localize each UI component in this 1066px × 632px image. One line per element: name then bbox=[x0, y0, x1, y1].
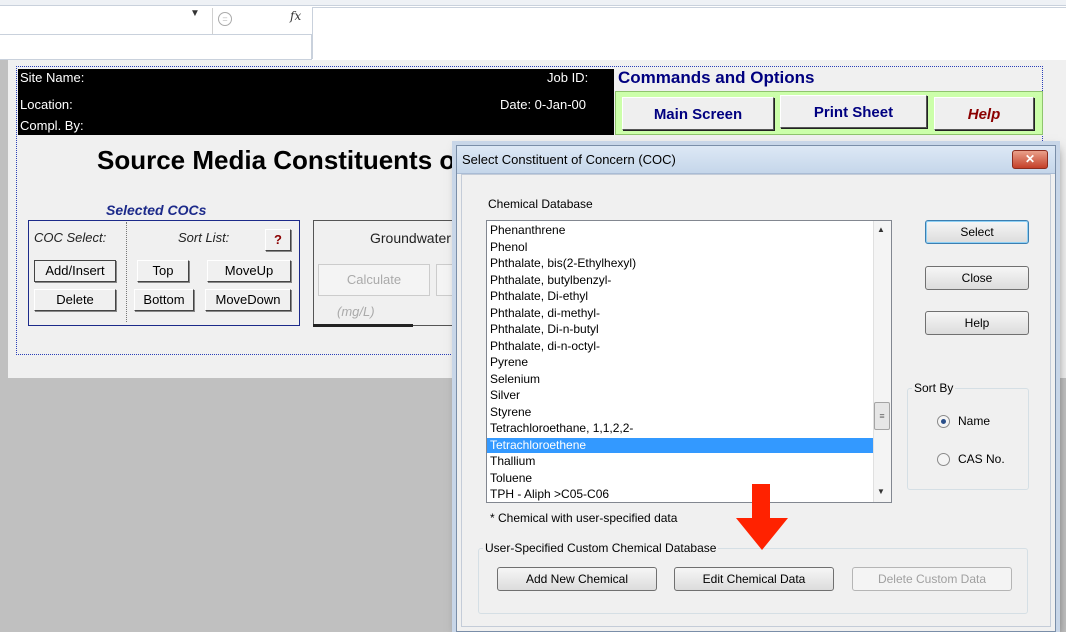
scroll-thumb[interactable]: ≡ bbox=[874, 402, 890, 430]
name-box-dropdown-icon[interactable]: ▼ bbox=[190, 8, 200, 19]
chemical-database-label: Chemical Database bbox=[488, 197, 593, 211]
dialog-help-button[interactable]: Help bbox=[925, 311, 1029, 335]
chemical-list-item[interactable]: Toluene bbox=[487, 471, 875, 486]
user-specified-note: * Chemical with user-specified data bbox=[490, 511, 678, 525]
insert-function-icon[interactable]: fx bbox=[290, 9, 301, 23]
delete-custom-data-button: Delete Custom Data bbox=[852, 567, 1012, 591]
compl-by-row[interactable] bbox=[18, 117, 614, 135]
job-id-label: Job ID: bbox=[547, 70, 589, 85]
add-new-chemical-button[interactable]: Add New Chemical bbox=[497, 567, 657, 591]
cancel-entry-icon[interactable]: = bbox=[218, 12, 232, 26]
sort-by-label: Sort By bbox=[912, 381, 956, 395]
move-down-button[interactable]: MoveDown bbox=[205, 289, 291, 311]
chemical-list-item[interactable]: Selenium bbox=[487, 372, 875, 387]
dialog-close-icon[interactable]: ✕ bbox=[1012, 150, 1048, 169]
selected-cocs-heading: Selected COCs bbox=[106, 202, 207, 218]
custom-database-label: User-Specified Custom Chemical Database bbox=[483, 541, 719, 555]
units-label: (mg/L) bbox=[337, 304, 375, 319]
chemical-list-item[interactable]: Phthalate, di-n-octyl- bbox=[487, 339, 875, 354]
sort-by-group bbox=[907, 388, 1029, 490]
groundwater-label: Groundwater bbox=[370, 230, 451, 246]
chemical-list-item[interactable]: Phthalate, bis(2-Ethylhexyl) bbox=[487, 256, 875, 271]
edit-chemical-data-button[interactable]: Edit Chemical Data bbox=[674, 567, 834, 591]
radio-selected-dot bbox=[941, 419, 946, 424]
close-button[interactable]: Close bbox=[925, 266, 1029, 290]
coc-select-label: COC Select: bbox=[34, 230, 107, 245]
location-label: Location: bbox=[20, 97, 73, 112]
chemical-list-item[interactable]: Phenanthrene bbox=[487, 223, 875, 238]
delete-button[interactable]: Delete bbox=[34, 289, 116, 311]
top-button[interactable]: Top bbox=[137, 260, 189, 282]
listbox-scrollbar[interactable] bbox=[873, 221, 891, 502]
date-label: Date: 0-Jan-00 bbox=[500, 97, 586, 112]
site-name-label: Site Name: bbox=[20, 70, 85, 85]
print-sheet-button[interactable]: Print Sheet bbox=[780, 95, 927, 128]
units-underline bbox=[313, 324, 413, 327]
chemical-list-item[interactable]: Pyrene bbox=[487, 355, 875, 370]
chemical-list-item[interactable]: Silver bbox=[487, 388, 875, 403]
chemical-list-item[interactable]: Phthalate, Di-ethyl bbox=[487, 289, 875, 304]
formula-input[interactable] bbox=[312, 7, 1066, 59]
add-insert-button[interactable]: Add/Insert bbox=[34, 260, 116, 282]
chemical-list-item[interactable]: Tetrachloroethene bbox=[487, 437, 875, 453]
scroll-up-icon[interactable]: ▲ bbox=[877, 225, 885, 234]
scroll-down-icon[interactable]: ▼ bbox=[877, 487, 885, 496]
dialog-title: Select Constituent of Concern (COC) bbox=[462, 152, 676, 167]
red-arrow-icon bbox=[736, 484, 788, 550]
help-button[interactable]: Help bbox=[934, 97, 1034, 130]
coc-controls-divider bbox=[126, 222, 127, 322]
select-button[interactable]: Select bbox=[925, 220, 1029, 244]
sort-by-cas-radio[interactable] bbox=[937, 453, 950, 466]
chemical-listbox[interactable]: Phenanthrene Phenol Phthalate, bis(2-Ethyl… bbox=[486, 220, 892, 503]
chemical-list-item[interactable]: Phthalate, Di-n-butyl bbox=[487, 322, 875, 337]
sort-by-name-label[interactable]: Name bbox=[958, 414, 990, 428]
formula-bar-lower bbox=[0, 34, 312, 60]
site-name-row[interactable] bbox=[18, 69, 614, 87]
main-screen-button[interactable]: Main Screen bbox=[622, 97, 774, 130]
chemical-list-item[interactable]: Phenol bbox=[487, 240, 875, 255]
arrow-shaft bbox=[752, 484, 770, 520]
chemical-list-item[interactable]: Phthalate, butylbenzyl- bbox=[487, 273, 875, 288]
sort-list-label: Sort List: bbox=[178, 230, 230, 245]
move-up-button[interactable]: MoveUp bbox=[207, 260, 291, 282]
name-box[interactable] bbox=[8, 9, 212, 32]
bottom-button[interactable]: Bottom bbox=[134, 289, 194, 311]
commands-title: Commands and Options bbox=[618, 68, 815, 87]
calculate-button[interactable]: Calculate bbox=[318, 264, 430, 296]
chemical-list-item[interactable]: Styrene bbox=[487, 405, 875, 420]
chemical-list-item[interactable]: Tetrachloroethane, 1,1,2,2- bbox=[487, 421, 875, 436]
sort-help-button[interactable]: ? bbox=[265, 229, 291, 251]
sort-by-cas-label[interactable]: CAS No. bbox=[958, 452, 1005, 466]
chemical-list-item[interactable]: TPH - Aliph >C05-C06 bbox=[487, 487, 875, 502]
ribbon-edge bbox=[0, 0, 1066, 6]
chemical-list-item[interactable]: Thallium bbox=[487, 454, 875, 469]
chemical-list-item[interactable]: Phthalate, di-methyl- bbox=[487, 306, 875, 321]
compl-by-label: Compl. By: bbox=[20, 118, 84, 133]
arrow-head bbox=[736, 518, 788, 550]
